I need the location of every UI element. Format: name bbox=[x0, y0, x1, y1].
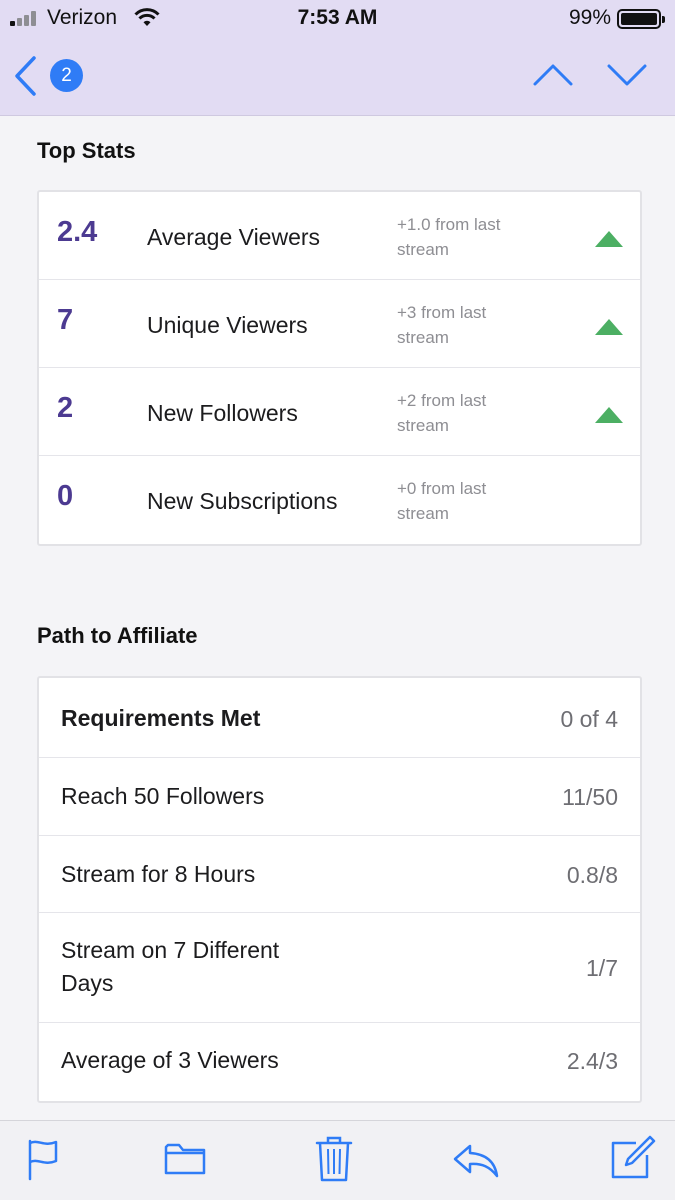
stat-row-unique-viewers: 7 Unique Viewers +3 from last stream bbox=[39, 280, 640, 368]
folder-icon[interactable] bbox=[164, 1141, 206, 1177]
flag-icon[interactable] bbox=[26, 1137, 62, 1181]
unread-count-badge: 2 bbox=[50, 59, 83, 92]
requirement-label: Stream for 8 Hours bbox=[61, 861, 256, 887]
chevron-left-icon bbox=[15, 56, 36, 96]
trash-icon[interactable] bbox=[314, 1135, 354, 1183]
requirement-label: Average of 3 Viewers bbox=[61, 1047, 279, 1073]
requirement-row: Reach 50 Followers 11/50 bbox=[39, 758, 640, 836]
stat-label: Average Viewers bbox=[147, 224, 321, 250]
stat-label: Unique Viewers bbox=[147, 312, 308, 338]
reply-icon[interactable] bbox=[452, 1143, 500, 1179]
affiliate-card: Requirements Met 0 of 4 Reach 50 Followe… bbox=[37, 676, 642, 1103]
requirement-value: 11/50 bbox=[562, 784, 618, 810]
requirement-row: Stream for 8 Hours 0.8/8 bbox=[39, 836, 640, 913]
stat-change: +3 from last stream bbox=[397, 303, 487, 347]
status-bar: Verizon 7:53 AM 99% bbox=[0, 0, 675, 38]
battery-icon bbox=[617, 9, 665, 29]
stat-change: +2 from last stream bbox=[397, 391, 487, 435]
requirement-value: 0.8/8 bbox=[566, 862, 618, 888]
requirement-row: Stream on 7 Different Days 1/7 bbox=[39, 913, 640, 1023]
stat-value: 0 bbox=[57, 480, 74, 512]
stat-change: +0 from last stream bbox=[397, 479, 487, 523]
battery-percentage: 99% bbox=[568, 6, 611, 29]
stat-label: New Followers bbox=[147, 400, 298, 426]
trend-up-icon bbox=[595, 319, 623, 335]
stat-value: 7 bbox=[57, 304, 74, 336]
requirement-value: 1/7 bbox=[586, 955, 618, 981]
requirements-met-row: Requirements Met 0 of 4 bbox=[39, 678, 640, 758]
stat-value: 2 bbox=[57, 392, 74, 424]
back-button[interactable]: 2 bbox=[12, 55, 92, 97]
requirements-met-value: 0 of 4 bbox=[560, 706, 618, 732]
top-stats-title: Top Stats bbox=[37, 138, 136, 163]
next-item-button[interactable] bbox=[604, 58, 650, 92]
requirement-value: 2.4/3 bbox=[566, 1048, 618, 1074]
stat-row-average-viewers: 2.4 Average Viewers +1.0 from last strea… bbox=[39, 192, 640, 280]
requirement-label: Stream on 7 Different Days bbox=[61, 937, 280, 996]
requirement-label: Reach 50 Followers bbox=[61, 783, 265, 809]
stat-row-new-followers: 2 New Followers +2 from last stream bbox=[39, 368, 640, 456]
trend-up-icon bbox=[595, 407, 623, 423]
trend-up-icon bbox=[595, 231, 623, 247]
top-stats-card: 2.4 Average Viewers +1.0 from last strea… bbox=[37, 190, 642, 546]
path-to-affiliate-title: Path to Affiliate bbox=[37, 623, 198, 648]
stat-row-new-subscriptions: 0 New Subscriptions +0 from last stream bbox=[39, 456, 640, 544]
stat-change: +1.0 from last stream bbox=[397, 215, 501, 259]
bottom-toolbar bbox=[0, 1120, 675, 1200]
previous-item-button[interactable] bbox=[530, 58, 576, 92]
stat-value: 2.4 bbox=[57, 216, 98, 248]
requirements-met-label: Requirements Met bbox=[61, 705, 261, 731]
compose-icon[interactable] bbox=[610, 1135, 656, 1181]
stat-label: New Subscriptions bbox=[147, 488, 338, 514]
requirement-row: Average of 3 Viewers 2.4/3 bbox=[39, 1023, 640, 1101]
top-bar: Verizon 7:53 AM 99% 2 bbox=[0, 0, 675, 116]
